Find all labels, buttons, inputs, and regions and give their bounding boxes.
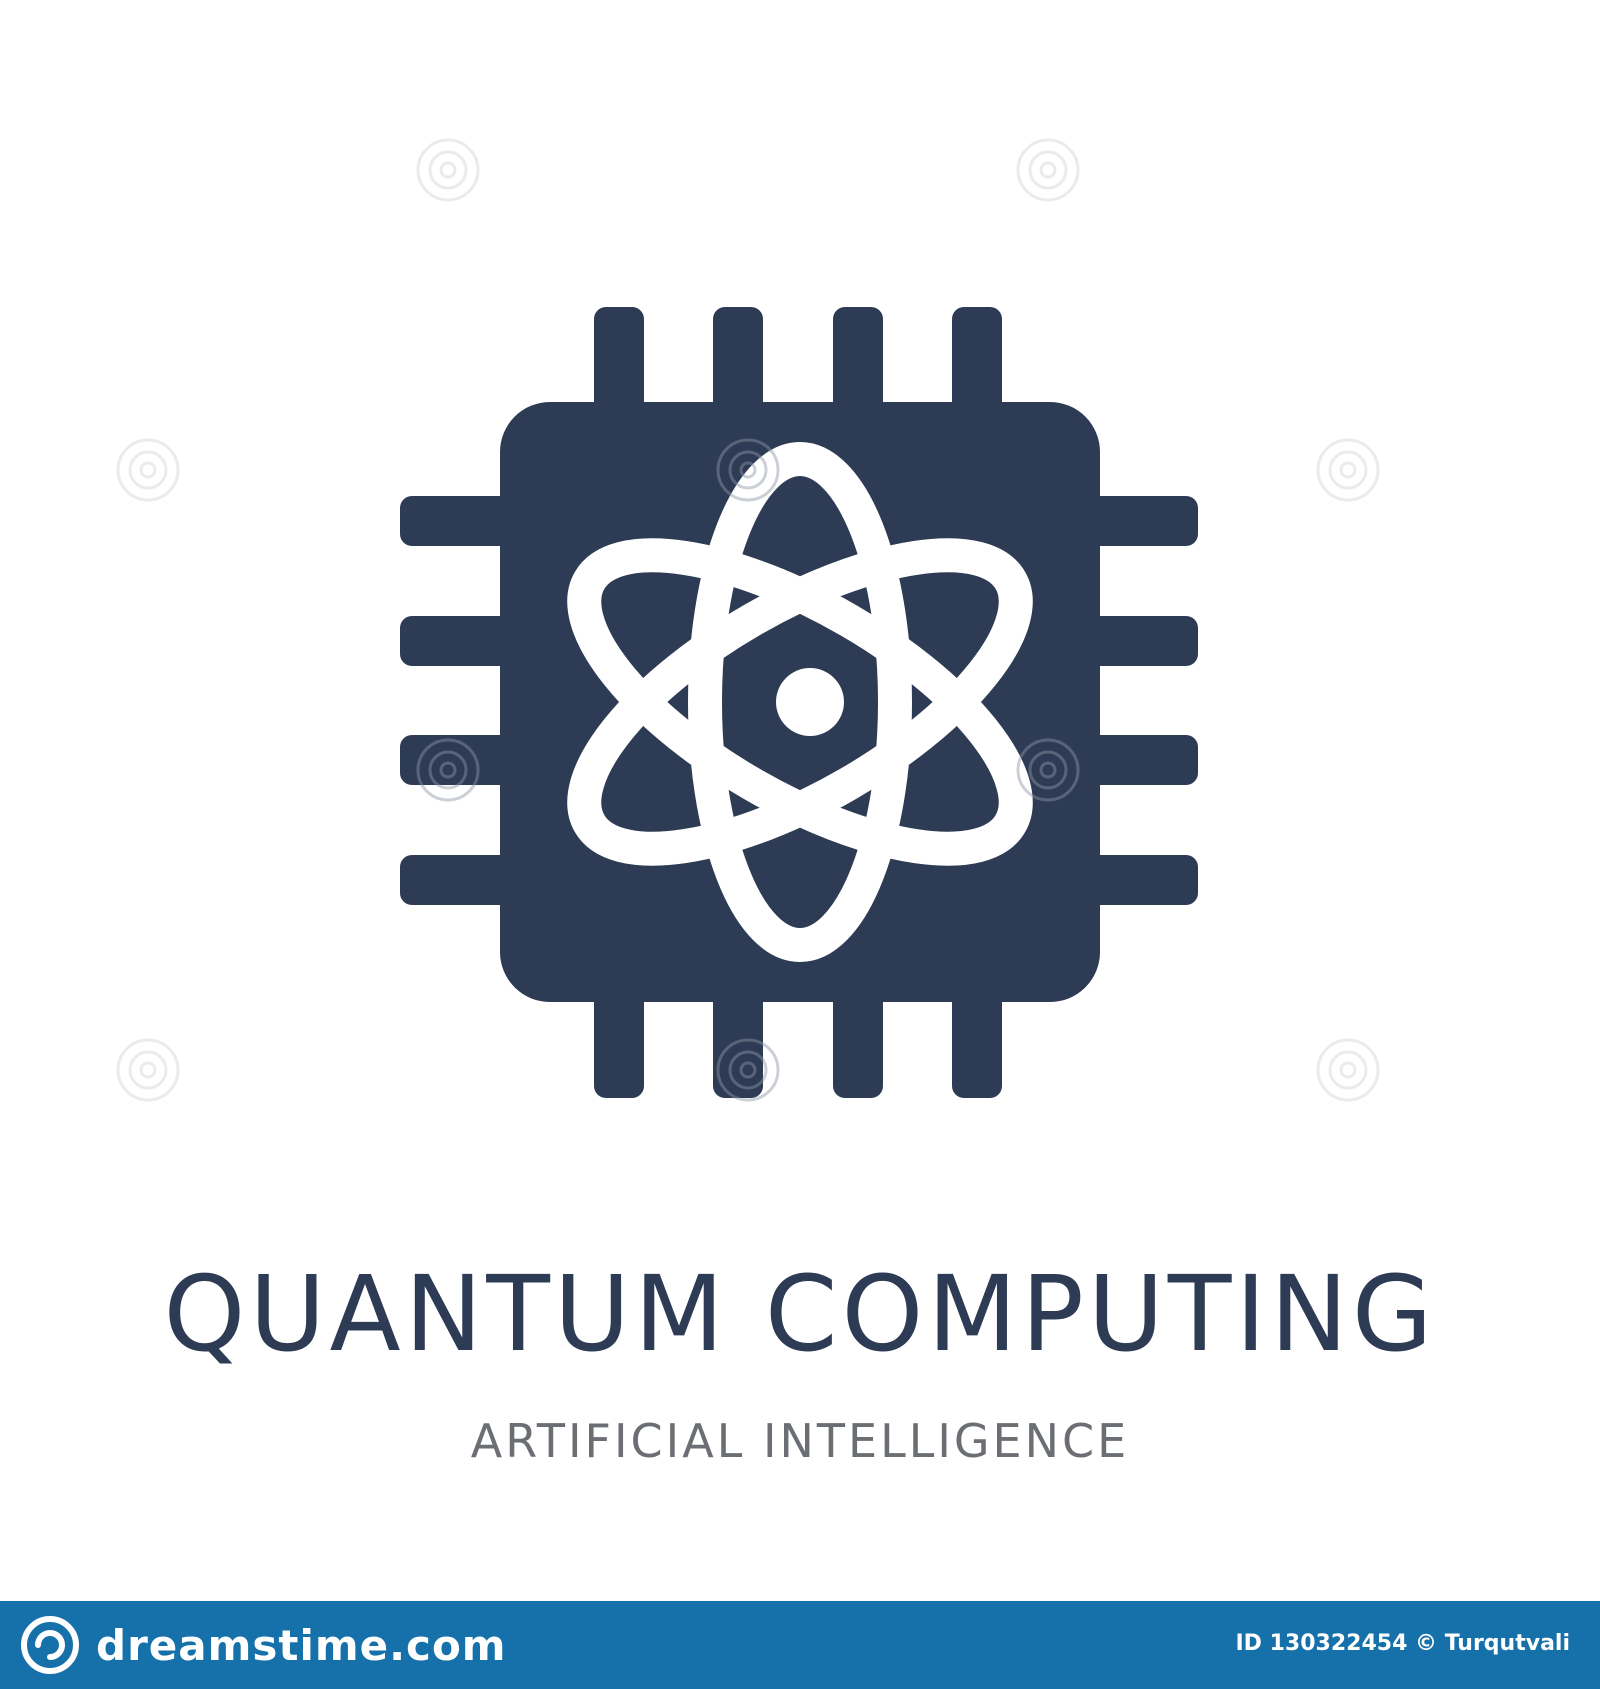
stock-image-canvas: QUANTUM COMPUTING ARTIFICIAL INTELLIGENC… (0, 0, 1600, 1689)
dreamstime-spiral-icon (21, 1616, 79, 1674)
page-subtitle: ARTIFICIAL INTELLIGENCE (470, 1414, 1130, 1468)
footer-bar: dreamstime.com ID 130322454 © Turqutvali (0, 1601, 1600, 1689)
brand-text: dreamstime.com (96, 1620, 507, 1670)
image-credit: ID 130322454 © Turqutvali (1235, 1631, 1571, 1656)
footer-brand[interactable]: dreamstime.com (20, 1615, 507, 1675)
quantum-computing-chip-icon (0, 0, 1600, 1200)
page-title: QUANTUM COMPUTING (163, 1253, 1437, 1375)
